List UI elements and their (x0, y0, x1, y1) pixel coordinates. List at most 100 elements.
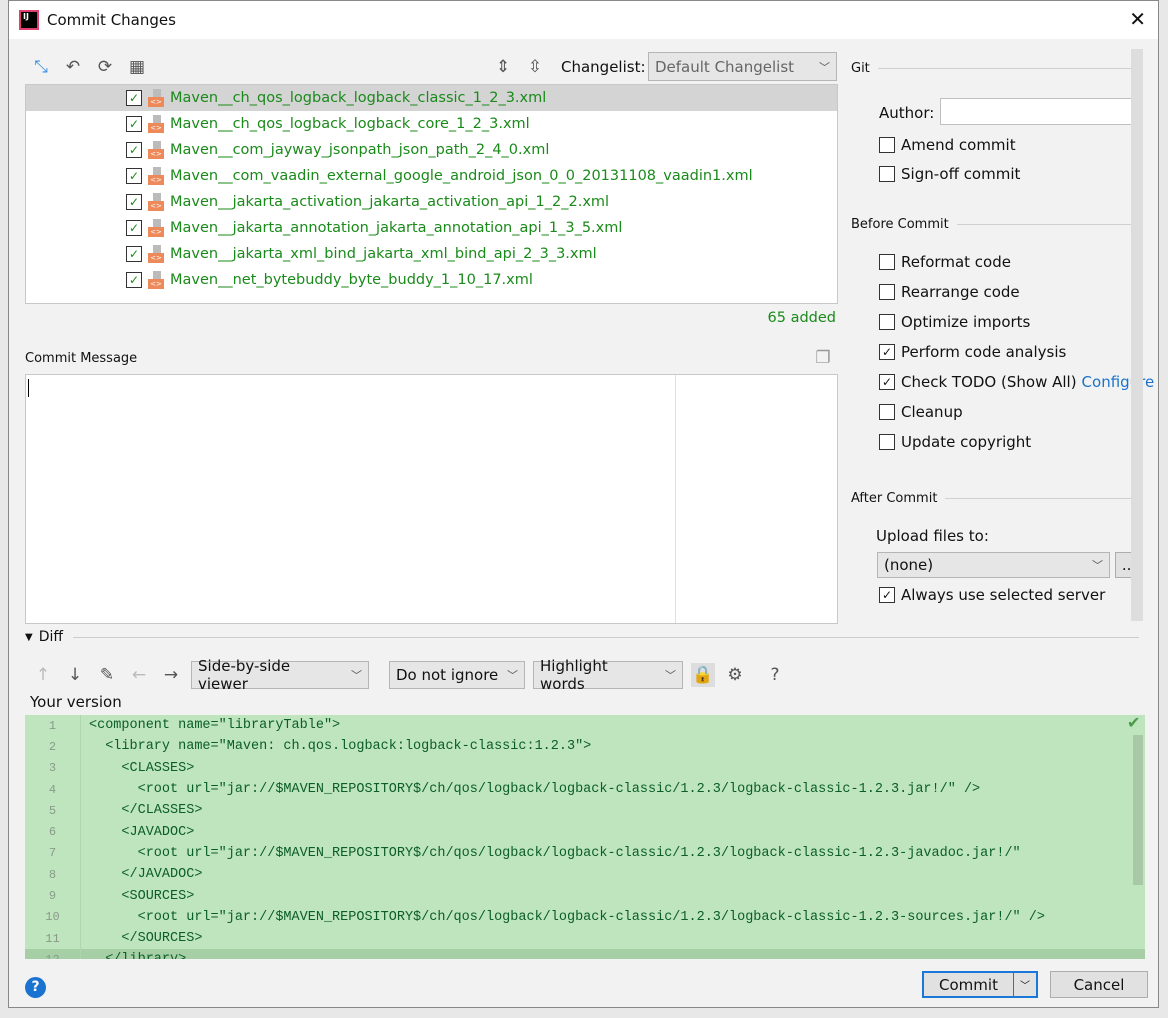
code-text: </CLASSES> (89, 803, 203, 819)
viewer-mode-select[interactable]: Side-by-side viewer ﹀ (191, 657, 369, 693)
file-row[interactable]: ✓ Maven__jakarta_xml_bind_jakarta_xml_bin… (26, 241, 837, 267)
changes-summary: 65 added (767, 310, 836, 326)
code-scrollbar[interactable] (1133, 735, 1143, 885)
file-row[interactable]: ✓ Maven__ch_qos_logback_logback_classic_1… (26, 85, 837, 111)
file-name: Maven__jakarta_activation_jakarta_activa… (170, 194, 610, 210)
file-name: Maven__ch_qos_logback_logback_core_1_2_3… (170, 116, 530, 132)
line-number: 3 (25, 757, 81, 779)
before-commit-option[interactable]: Optimize imports (879, 313, 1030, 331)
checkbox[interactable] (879, 254, 895, 270)
lock-icon[interactable]: 🔒 (691, 663, 715, 687)
checkbox[interactable]: ✓ (879, 344, 895, 360)
edit-source-icon[interactable]: ✎ (95, 663, 119, 687)
line-number: 11 (25, 927, 81, 950)
checkbox[interactable] (879, 404, 895, 420)
file-checkbox[interactable]: ✓ (126, 220, 142, 236)
changelist-label: Changelist: (561, 58, 646, 76)
after-commit-section-header: After Commit (851, 491, 1141, 506)
whitespace-ignore-select[interactable]: Do not ignore ﹀ (389, 661, 525, 689)
options-scrollbar[interactable] (1131, 49, 1143, 621)
before-commit-option[interactable]: Update copyright (879, 433, 1031, 451)
file-row[interactable]: ✓ Maven__jakarta_annotation_jakarta_annot… (26, 215, 837, 241)
author-label: Author: (879, 104, 935, 122)
file-name: Maven__com_jayway_jsonpath_json_path_2_4… (170, 142, 550, 158)
before-commit-option[interactable]: Cleanup (879, 403, 963, 421)
line-number: 12 (25, 949, 81, 959)
changelist-select[interactable]: Default Changelist ﹀ (648, 52, 837, 81)
line-number: 7 (25, 842, 81, 865)
cancel-button[interactable]: Cancel (1050, 971, 1148, 998)
code-line: 10 <root url="jar://$MAVEN_REPOSITORY$/c… (25, 906, 1145, 928)
commit-dialog: IJ Commit Changes ✕ ⤡ ↶ ⟳ ▦ ⇕ ⇳ Changeli… (8, 0, 1159, 1008)
diff-help-icon[interactable]: ? (763, 663, 787, 687)
commit-history-icon[interactable]: ❐ (811, 346, 835, 370)
code-line: 5 </CLASSES> (25, 800, 1145, 822)
checkbox[interactable] (879, 314, 895, 330)
xml-file-icon (148, 219, 164, 237)
code-text: <root url="jar://$MAVEN_REPOSITORY$/ch/q… (89, 845, 1021, 861)
before-commit-option[interactable]: Rearrange code (879, 283, 1020, 301)
commit-button[interactable]: Commit ﹀ (922, 971, 1038, 998)
code-line: 4 <root url="jar://$MAVEN_REPOSITORY$/ch… (25, 778, 1145, 801)
next-file-icon[interactable]: → (159, 663, 183, 687)
before-commit-section-header: Before Commit (851, 217, 1141, 232)
file-checkbox[interactable]: ✓ (126, 142, 142, 158)
file-checkbox[interactable]: ✓ (126, 116, 142, 132)
file-checkbox[interactable]: ✓ (126, 168, 142, 184)
file-row[interactable]: ✓ Maven__jakarta_activation_jakarta_activ… (26, 189, 837, 215)
before-commit-option[interactable]: ✓ Check TODO (Show All) Configure (879, 373, 1154, 391)
group-by-icon[interactable]: ▦ (125, 55, 149, 79)
file-row[interactable]: ✓ Maven__ch_qos_logback_logback_core_1_2_… (26, 111, 837, 137)
signoff-commit-checkbox[interactable]: Sign-off commit (879, 165, 1020, 183)
xml-file-icon (148, 245, 164, 263)
file-checkbox[interactable]: ✓ (126, 272, 142, 288)
code-text: </library> (81, 952, 186, 959)
commit-message-input[interactable] (25, 374, 838, 624)
file-name: Maven__ch_qos_logback_logback_classic_1_… (170, 90, 547, 106)
code-line: 11 </SOURCES> (25, 927, 1145, 950)
intellij-logo-icon: IJ (19, 10, 39, 30)
before-commit-option[interactable]: Reformat code (879, 253, 1011, 271)
file-row[interactable]: ✓ Maven__net_bytebuddy_byte_buddy_1_10_17… (26, 267, 837, 293)
xml-file-icon (148, 271, 164, 289)
checkbox[interactable] (879, 284, 895, 300)
changelist-value: Default Changelist (655, 57, 795, 76)
configure-link[interactable]: Configure (1082, 373, 1155, 391)
line-number: 1 (25, 715, 81, 737)
help-icon[interactable]: ? (25, 977, 46, 998)
close-icon[interactable]: ✕ (1129, 7, 1146, 31)
author-input[interactable] (940, 98, 1140, 125)
amend-commit-checkbox[interactable]: Amend commit (879, 136, 1016, 154)
text-cursor (28, 379, 29, 397)
show-diff-icon[interactable]: ⤡ (29, 55, 53, 79)
diff-code-view[interactable]: 1 <component name="libraryTable"> 2 <libra… (25, 715, 1145, 959)
chevron-down-icon: ﹀ (819, 60, 830, 74)
xml-file-icon (148, 167, 164, 185)
file-row[interactable]: ✓ Maven__com_vaadin_external_google_andro… (26, 163, 837, 189)
file-checkbox[interactable]: ✓ (126, 246, 142, 262)
expand-all-icon[interactable]: ⇕ (491, 55, 515, 79)
xml-file-icon (148, 115, 164, 133)
before-commit-option[interactable]: ✓ Perform code analysis (879, 343, 1066, 361)
settings-gear-icon[interactable]: ⚙ (723, 663, 747, 687)
previous-file-icon[interactable]: ← (127, 663, 151, 687)
checkbox[interactable] (879, 434, 895, 450)
line-number: 8 (25, 864, 81, 886)
collapse-all-icon[interactable]: ⇳ (523, 55, 547, 79)
file-row[interactable]: ✓ Maven__com_jayway_jsonpath_json_path_2_… (26, 137, 837, 163)
your-version-label: Your version (30, 693, 122, 711)
upload-server-select[interactable]: (none) ﹀ (877, 552, 1110, 578)
refresh-icon[interactable]: ⟳ (93, 55, 117, 79)
rollback-icon[interactable]: ↶ (61, 55, 85, 79)
file-checkbox[interactable]: ✓ (126, 90, 142, 106)
previous-difference-icon[interactable]: ↑ (31, 663, 55, 687)
highlight-mode-select[interactable]: Highlight words ﹀ (533, 657, 683, 693)
diff-section-header[interactable]: ▼ Diff (25, 629, 1139, 645)
diff-toolbar: ↑ ↓ ✎ ← → Side-by-side viewer ﹀ Do not ig… (31, 657, 787, 693)
file-checkbox[interactable]: ✓ (126, 194, 142, 210)
code-text: <component name="libraryTable"> (89, 718, 341, 734)
code-line: 2 <library name="Maven: ch.qos.logback:l… (25, 736, 1145, 758)
next-difference-icon[interactable]: ↓ (63, 663, 87, 687)
always-use-server-checkbox[interactable]: ✓ Always use selected server (879, 586, 1105, 604)
checkbox[interactable]: ✓ (879, 374, 895, 390)
